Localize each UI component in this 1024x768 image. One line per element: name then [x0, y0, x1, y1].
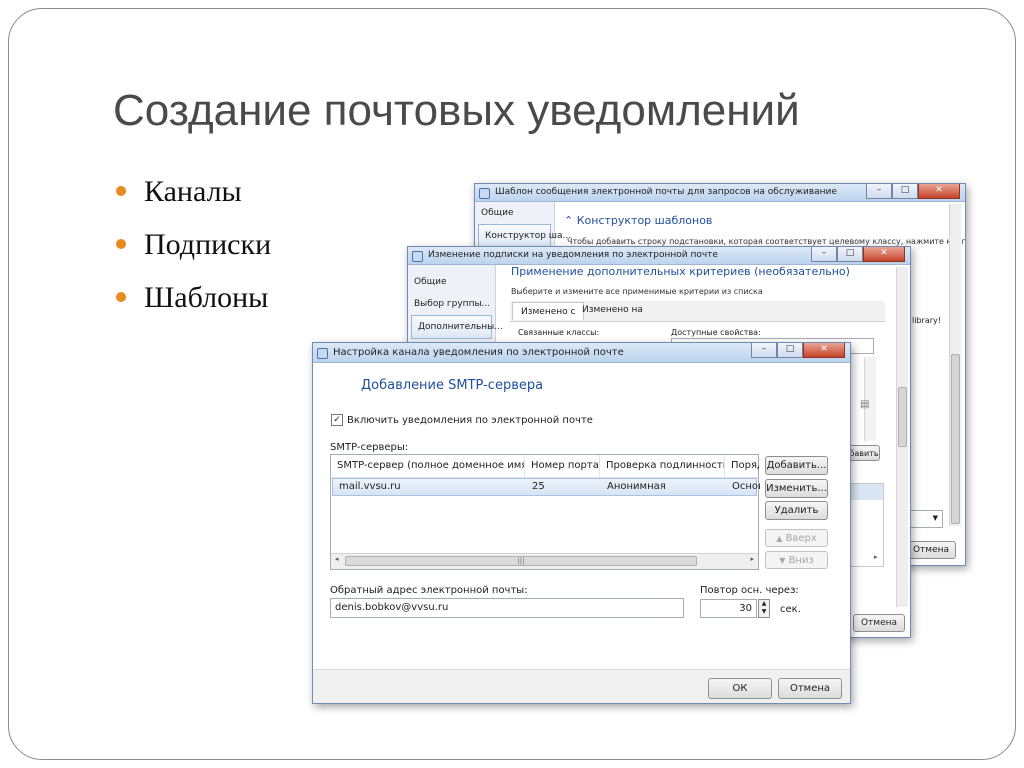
window-app-icon [317, 348, 328, 359]
enable-notifications-label: Включить уведомления по электронной почт… [347, 414, 593, 426]
bullet-item-subscriptions: Подписки [116, 225, 271, 278]
column-header-port[interactable]: Номер порта [525, 455, 600, 477]
template-window-title: Шаблон сообщения электронной почты для з… [495, 187, 837, 197]
available-props-label: Доступные свойства: [671, 328, 761, 337]
grid-horizontal-scrollbar[interactable]: ◂ ||| ▸ [331, 553, 758, 569]
retry-stepper[interactable]: ▲ ▼ [758, 599, 770, 618]
retry-interval-input[interactable]: 30 [700, 599, 757, 618]
nav-item-general[interactable]: Общие [408, 271, 495, 293]
nav-item-additional[interactable]: Дополнительны... [411, 315, 503, 339]
template-scrollbar[interactable] [949, 204, 961, 526]
grid-header: SMTP-сервер (полное доменное имя) Номер … [331, 455, 759, 478]
column-header-order[interactable]: Поряд [725, 455, 759, 477]
column-header-server[interactable]: SMTP-сервер (полное доменное имя) [331, 455, 525, 477]
bullet-dot-icon [116, 239, 126, 249]
close-button[interactable]: ✕ [863, 247, 905, 262]
subscription-header: Применение дополнительных критериев (нео… [511, 265, 850, 278]
tab-changed-from[interactable]: Изменено с [512, 302, 585, 320]
scroll-left-icon[interactable]: ◂ [335, 555, 339, 563]
cancel-button[interactable]: Отмена [778, 678, 842, 699]
scroll-right-icon[interactable]: ▸ [874, 553, 878, 561]
tab-changed-to[interactable]: Изменено на [582, 305, 643, 315]
scroll-right-icon[interactable]: ▸ [750, 555, 754, 563]
close-button[interactable]: ✕ [803, 343, 845, 358]
return-address-input[interactable]: denis.bobkov@vvsu.ru [330, 598, 684, 618]
criteria-tab-strip: Изменено с Изменено на [510, 301, 885, 322]
minimize-button[interactable]: – [866, 184, 892, 199]
scrollbar-thumb[interactable]: ||| [345, 556, 697, 566]
minimize-button[interactable]: – [751, 343, 777, 358]
smtp-servers-grid: SMTP-сервер (полное доменное имя) Номер … [330, 454, 760, 570]
maximize-button[interactable]: □ [777, 343, 803, 358]
close-button[interactable]: ✕ [918, 184, 960, 199]
add-criteria-button[interactable]: бавить [848, 445, 880, 461]
template-window-titlebar: Шаблон сообщения электронной почты для з… [475, 184, 965, 202]
move-down-button[interactable]: ▼ Вниз [765, 551, 828, 569]
bullet-item-templates: Шаблоны [116, 278, 271, 331]
collapse-chevron-icon: ⌃ [564, 214, 574, 227]
subscription-instruction: Выберите и измените все применимые крите… [511, 287, 763, 296]
bullet-dot-icon [116, 186, 126, 196]
delete-server-button[interactable]: Удалить [765, 501, 828, 520]
subscription-window-title: Изменение подписки на уведомления по эле… [428, 250, 718, 260]
template-description: Чтобы добавить строку подстановки, котор… [567, 237, 966, 246]
retry-unit: сек. [780, 604, 801, 615]
edit-server-button[interactable]: Изменить... [765, 479, 828, 498]
template-cancel-button[interactable]: Отмена [906, 541, 956, 559]
cell-server: mail.vvsu.ru [339, 481, 401, 492]
maximize-button[interactable]: □ [892, 184, 918, 199]
window-controls: – □ ✕ [751, 343, 845, 358]
subscription-window-titlebar: Изменение подписки на уведомления по эле… [408, 247, 910, 265]
retry-label: Повтор осн. через: [700, 585, 799, 596]
template-side-text: library! [912, 316, 941, 325]
related-classes-label: Связанные классы: [518, 328, 600, 337]
arrow-down-icon: ▼ [779, 555, 786, 565]
window-app-icon [479, 188, 490, 199]
table-row[interactable]: mail.vvsu.ru 25 Анонимная Основ [332, 478, 760, 496]
arrow-up-icon: ▲ [776, 533, 783, 543]
criteria-list [850, 483, 884, 567]
window-app-icon [412, 251, 423, 262]
subscription-scrollbar[interactable] [896, 267, 908, 607]
stepper-down-icon[interactable]: ▼ [759, 608, 769, 616]
window-controls: – □ ✕ [811, 247, 905, 262]
list-view-icon[interactable]: ▤ [860, 399, 869, 410]
channel-heading: Добавление SMTP-сервера [361, 378, 544, 393]
bullet-list: Каналы Подписки Шаблоны [116, 172, 271, 331]
channel-window: Настройка канала уведомления по электрон… [312, 342, 851, 704]
cell-port: 25 [532, 481, 545, 492]
nav-item-general[interactable]: Общие [475, 202, 554, 224]
subscription-cancel-button[interactable]: Отмена [853, 614, 905, 632]
dropdown-arrow-icon: ▼ [932, 514, 938, 522]
column-header-auth[interactable]: Проверка подлинности [600, 455, 725, 477]
slide-title: Создание почтовых уведомлений [113, 86, 800, 135]
nav-item-group-select[interactable]: Выбор группы... [408, 293, 495, 315]
enable-notifications-checkbox-row[interactable]: ✓ Включить уведомления по электронной по… [331, 414, 593, 426]
cell-auth: Анонимная [607, 481, 666, 492]
return-address-label: Обратный адрес электронной почты: [330, 585, 528, 596]
add-server-button[interactable]: Добавить... [765, 456, 828, 475]
window-controls: – □ ✕ [866, 184, 960, 199]
enable-notifications-checkbox[interactable]: ✓ [331, 414, 343, 426]
channel-window-title: Настройка канала уведомления по электрон… [333, 347, 624, 358]
minimize-button[interactable]: – [811, 247, 837, 262]
template-section-header[interactable]: ⌃ Конструктор шаблонов [564, 214, 712, 227]
channel-window-titlebar: Настройка канала уведомления по электрон… [313, 343, 850, 363]
move-up-button[interactable]: ▲ Вверх [765, 529, 828, 547]
cell-order: Основ [732, 481, 760, 492]
nav-item-template-designer[interactable]: Конструктор ша... [478, 224, 571, 248]
smtp-servers-label: SMTP-серверы: [330, 442, 409, 453]
stepper-up-icon[interactable]: ▲ [759, 600, 769, 608]
ok-button[interactable]: ОК [708, 678, 772, 699]
bullet-dot-icon [116, 292, 126, 302]
maximize-button[interactable]: □ [837, 247, 863, 262]
bullet-item-channels: Каналы [116, 172, 271, 225]
